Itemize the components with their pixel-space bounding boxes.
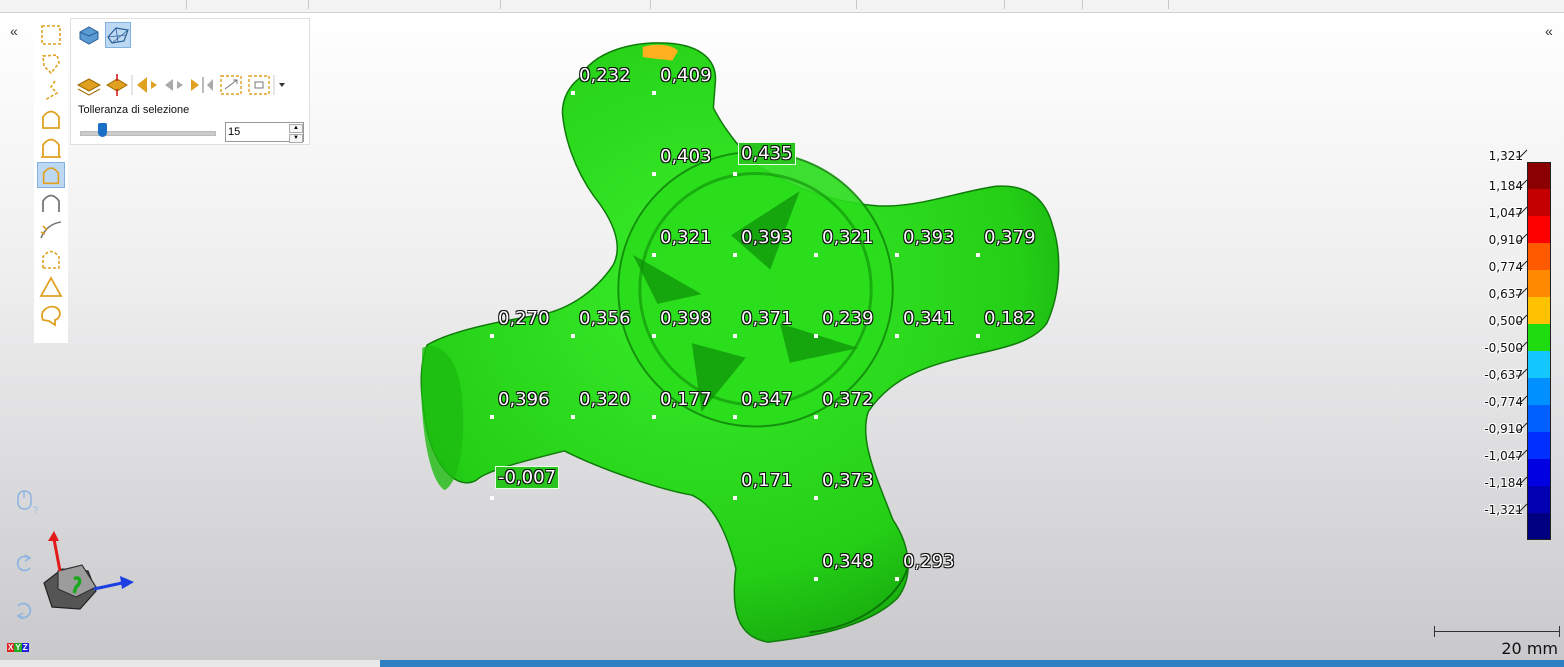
tolerance-label: Tolleranza di selezione — [78, 104, 190, 116]
selection-toolbar[interactable] — [75, 73, 305, 97]
top-tab-strip — [0, 0, 1564, 13]
measurement-value: 0,232 — [579, 65, 631, 86]
tolerance-slider-thumb[interactable] — [98, 123, 107, 137]
curvature-select-icon[interactable] — [37, 218, 65, 244]
axes-label: XYZ — [7, 643, 29, 652]
spin-up-icon[interactable]: ▲ — [289, 124, 303, 133]
measurement-value: 0,372 — [822, 389, 874, 410]
measurement-value: 0,396 — [498, 389, 550, 410]
measurement-value: 0,435 — [738, 142, 796, 165]
invert-selection-icon — [191, 77, 213, 93]
legend-swatch — [1527, 378, 1551, 405]
orientation-cube-icon[interactable] — [36, 531, 140, 623]
select-through-icon — [106, 74, 128, 96]
wireframe-mode-icon — [107, 27, 129, 44]
measurement-value: 0,321 — [822, 227, 874, 248]
dropdown-icon — [279, 83, 285, 87]
measurement-value: 0,320 — [579, 389, 631, 410]
measurement-value: 0,348 — [822, 551, 874, 572]
mesh-mode-button[interactable] — [105, 22, 131, 48]
3d-viewport[interactable]: « « Tolleranza di selezione 15 ▲ ▼ 0,232… — [0, 13, 1564, 660]
measurement-value: 0,373 — [822, 470, 874, 491]
shrink-selection-icon — [165, 79, 183, 91]
measurement-value: 0,239 — [822, 308, 874, 329]
legend-swatch — [1527, 351, 1551, 378]
measurement-value: 0,393 — [741, 227, 793, 248]
rotate-ccw-icon[interactable] — [14, 553, 34, 575]
selection-tool-strip — [34, 18, 68, 343]
measurement-value: 0,321 — [660, 227, 712, 248]
measurement-value: 0,341 — [903, 308, 955, 329]
measurement-value: 0,182 — [984, 308, 1036, 329]
measurement-value: 0,270 — [498, 308, 550, 329]
legend-swatch — [1527, 486, 1551, 513]
spin-down-icon[interactable]: ▼ — [289, 134, 303, 143]
legend-swatch — [1527, 459, 1551, 486]
grow-selection-icon — [137, 77, 157, 93]
region-select-icon[interactable] — [37, 246, 65, 272]
scale-bar: 20 mm — [1434, 623, 1560, 658]
mouse-help-icon[interactable]: ? — [14, 488, 42, 516]
deviation-color-legend: 1,321 1,184 1,047 0,910 0,774 0,637 0,50… — [1430, 148, 1560, 540]
freeform-select-icon[interactable] — [37, 302, 65, 328]
measurement-value: 0,409 — [660, 65, 712, 86]
measurement-value: 0,347 — [741, 389, 793, 410]
rotate-cw-icon[interactable] — [14, 599, 34, 621]
legend-swatch — [1527, 513, 1551, 540]
select-all-icon — [76, 78, 102, 96]
measurement-value: 0,393 — [903, 227, 955, 248]
measurement-value: 0,171 — [741, 470, 793, 491]
legend-swatch — [1527, 324, 1551, 351]
legend-swatch — [1527, 189, 1551, 216]
measurement-value: -0,007 — [495, 466, 560, 489]
measurement-value: 0,371 — [741, 308, 793, 329]
selection-options-panel: Tolleranza di selezione ▲ ▼ — [70, 18, 310, 145]
tolerance-spinbox[interactable]: ▲ ▼ — [225, 122, 304, 143]
triangle-select-icon[interactable] — [37, 274, 65, 300]
brush-select-icon[interactable] — [37, 162, 65, 188]
legend-swatch — [1527, 405, 1551, 432]
measurement-value: 0,398 — [660, 308, 712, 329]
legend-swatch — [1527, 243, 1551, 270]
legend-swatch — [1527, 297, 1551, 324]
lasso-select-icon[interactable] — [37, 51, 65, 77]
bottom-status-bar — [0, 660, 1564, 667]
surface-select-icon[interactable] — [37, 106, 65, 132]
measurement-value: 0,379 — [984, 227, 1036, 248]
boundary-select-icon[interactable] — [37, 190, 65, 216]
measurement-value: 0,356 — [579, 308, 631, 329]
scale-label: 20 mm — [1501, 639, 1558, 658]
svg-text:?: ? — [33, 505, 38, 515]
collapse-left-icon[interactable]: « — [10, 23, 18, 39]
collapse-right-icon[interactable]: « — [1545, 23, 1553, 39]
fit-region-icon — [248, 75, 270, 95]
measurement-value: 0,403 — [660, 146, 712, 167]
tolerance-input[interactable] — [228, 124, 286, 140]
legend-swatch — [1527, 432, 1551, 459]
measurement-value: 0,293 — [903, 551, 955, 572]
legend-swatch — [1527, 270, 1551, 297]
measurement-value: 0,177 — [660, 389, 712, 410]
patch-select-icon[interactable] — [37, 134, 65, 160]
polyline-select-icon[interactable] — [37, 78, 65, 104]
legend-swatch — [1527, 216, 1551, 243]
solid-mode-icon[interactable] — [77, 23, 101, 47]
legend-swatch — [1527, 162, 1551, 189]
expand-region-icon — [220, 75, 242, 95]
rect-select-icon[interactable] — [37, 22, 65, 48]
